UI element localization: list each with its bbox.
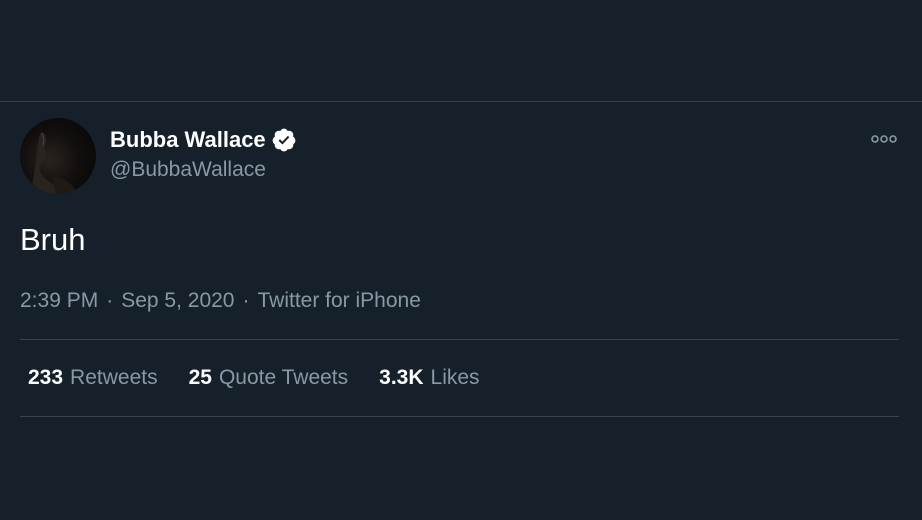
retweets-label: Retweets bbox=[70, 366, 158, 389]
meta-separator: · bbox=[242, 289, 250, 312]
likes-label: Likes bbox=[430, 366, 480, 389]
tweet-text: Bruh bbox=[20, 222, 86, 257]
tweet-time: 2:39 PM bbox=[20, 289, 99, 312]
top-blank-area bbox=[0, 0, 922, 101]
likes-count: 3.3K bbox=[379, 366, 424, 389]
more-options-button[interactable] bbox=[866, 127, 902, 151]
retweets-count: 233 bbox=[28, 366, 64, 389]
stats-divider-top bbox=[20, 339, 899, 340]
likes-stat[interactable]: 3.3K Likes bbox=[379, 364, 479, 392]
tweet-source-link[interactable]: Twitter for iPhone bbox=[257, 287, 420, 315]
stats-divider-bottom bbox=[20, 416, 899, 417]
author-name-row: Bubba Wallace bbox=[110, 125, 297, 155]
more-options-icon bbox=[871, 135, 897, 143]
verified-badge-icon bbox=[271, 127, 297, 153]
retweets-stat[interactable]: 233 Retweets bbox=[28, 364, 158, 392]
user-handle[interactable]: @BubbaWallace bbox=[110, 156, 266, 184]
engagement-stats: 233 Retweets 25 Quote Tweets 3.3K Likes bbox=[28, 364, 511, 392]
avatar[interactable] bbox=[20, 118, 96, 194]
display-name[interactable]: Bubba Wallace bbox=[110, 125, 266, 155]
quote-tweets-count: 25 bbox=[188, 366, 212, 389]
top-divider bbox=[0, 101, 922, 102]
tweet-meta: 2:39 PM · Sep 5, 2020 · Twitter for iPhone bbox=[20, 287, 421, 315]
meta-separator: · bbox=[106, 289, 114, 312]
tweet-time-link[interactable]: 2:39 PM · Sep 5, 2020 bbox=[20, 287, 234, 315]
tweet-date: Sep 5, 2020 bbox=[121, 289, 235, 312]
quote-tweets-stat[interactable]: 25 Quote Tweets bbox=[189, 364, 349, 392]
quote-tweets-label: Quote Tweets bbox=[218, 366, 349, 389]
